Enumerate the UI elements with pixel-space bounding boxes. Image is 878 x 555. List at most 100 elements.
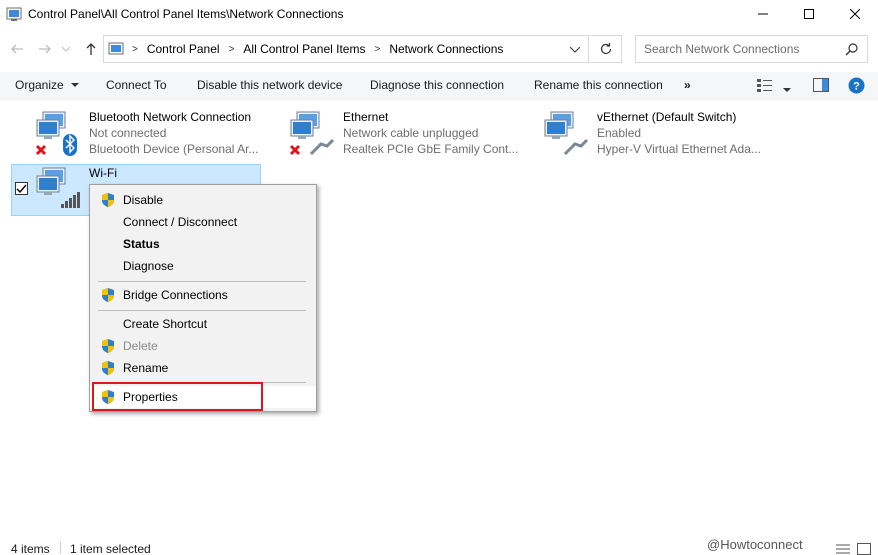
item-device: Bluetooth Device (Personal Ar... [89,142,259,156]
preview-pane-icon [813,78,829,92]
details-view-icon [836,544,850,554]
organize-label: Organize [15,78,64,92]
address-bar[interactable]: > Control Panel > All Control Panel Item… [103,35,589,63]
item-status: Enabled [597,126,642,140]
change-view-button[interactable] [757,78,773,95]
view-options-icon [757,79,772,92]
menu-label: Rename [123,361,169,375]
menu-label: Diagnose [123,259,174,273]
control-panel-icon [6,7,22,21]
breadcrumb-separator[interactable]: > [132,44,138,55]
refresh-button[interactable] [590,35,622,63]
svg-text:?: ? [853,81,860,93]
help-icon: ? [848,77,865,94]
rename-connection-button[interactable]: Rename this connection [534,78,663,92]
search-icon[interactable] [845,42,859,56]
menu-item-diagnose[interactable]: Diagnose [90,255,316,277]
item-device: Hyper-V Virtual Ethernet Ada... [597,142,761,156]
breadcrumb-all-items[interactable]: All Control Panel Items [243,42,365,56]
large-icons-view-button[interactable] [857,543,871,555]
menu-label: Status [123,237,160,251]
help-button[interactable]: ? [848,77,865,97]
title-bar: Control Panel\All Control Panel Items\Ne… [0,0,878,28]
up-button[interactable] [82,40,100,58]
forward-button[interactable] [36,40,54,58]
breadcrumb-control-panel[interactable]: Control Panel [147,42,220,56]
preview-pane-button[interactable] [813,78,829,95]
maximize-button[interactable] [786,0,832,28]
arrow-right-icon [39,44,51,54]
large-icons-view-icon [857,543,871,555]
menu-label: Create Shortcut [123,317,208,331]
chevron-down-icon [62,46,70,52]
item-name: Bluetooth Network Connection [89,110,252,124]
menu-item-status[interactable]: Status [90,233,316,255]
chevron-down-icon [783,88,791,92]
organize-menu[interactable]: Organize [15,78,80,92]
minimize-button[interactable] [740,0,786,28]
view-dropdown-button[interactable] [783,82,791,96]
bluetooth-network-icon [35,111,77,156]
menu-label: Connect / Disconnect [123,215,238,229]
menu-item-rename[interactable]: Rename [90,357,316,379]
connect-to-button[interactable]: Connect To [106,78,167,92]
highlight-box [92,382,263,411]
disable-device-button[interactable]: Disable this network device [197,78,342,92]
menu-label: Delete [123,339,158,353]
context-menu: Disable Connect / Disconnect Status Diag… [89,184,317,412]
network-item-ethernet[interactable]: Ethernet Network cable unplugged Realtek… [289,110,519,162]
menu-separator [98,310,306,311]
network-item-bluetooth[interactable]: Bluetooth Network Connection Not connect… [35,110,275,162]
breadcrumb-separator[interactable]: > [374,44,380,55]
menu-item-create-shortcut[interactable]: Create Shortcut [90,313,316,335]
minimize-icon [758,13,768,15]
selected-count: 1 item selected [70,542,151,555]
menu-separator [98,281,306,282]
status-divider [60,542,61,554]
menu-label: Disable [123,193,164,207]
item-device: Realtek PCIe GbE Family Cont... [343,142,519,156]
item-checkbox[interactable] [15,182,28,195]
window-title: Control Panel\All Control Panel Items\Ne… [28,7,344,21]
recent-locations-button[interactable] [60,40,72,58]
item-name: Ethernet [343,110,389,124]
menu-item-bridge-connections[interactable]: Bridge Connections [90,284,316,306]
uac-shield-icon [102,339,114,353]
watermark: @Howtoconnect [707,537,803,552]
vethernet-network-icon [544,111,589,156]
item-status: Network cable unplugged [343,126,479,140]
item-count: 4 items [11,542,50,555]
menu-item-connect-disconnect[interactable]: Connect / Disconnect [90,211,316,233]
search-input[interactable]: Search Network Connections [635,35,868,63]
navigation-bar: > Control Panel > All Control Panel Item… [0,33,878,65]
chevron-down-icon [71,83,80,88]
arrow-up-icon [86,43,96,55]
item-name: vEthernet (Default Switch) [597,110,737,124]
back-button[interactable] [8,40,26,58]
wifi-network-icon [36,167,80,208]
command-bar: Organize Connect To Disable this network… [0,72,878,100]
refresh-icon [600,43,611,55]
close-icon [850,9,860,19]
uac-shield-icon [102,193,114,207]
network-item-vethernet[interactable]: vEthernet (Default Switch) Enabled Hyper… [543,110,773,162]
item-name: Wi-Fi [89,166,117,180]
diagnose-connection-button[interactable]: Diagnose this connection [370,78,504,92]
ethernet-network-icon [289,111,335,156]
breadcrumb-separator[interactable]: > [229,44,235,55]
uac-shield-icon [102,361,114,375]
checkmark-icon [16,184,27,194]
item-status: Not connected [89,126,167,140]
chevron-down-icon[interactable] [570,47,580,53]
menu-item-disable[interactable]: Disable [90,189,316,211]
arrow-left-icon [11,44,23,54]
menu-item-delete[interactable]: Delete [90,335,316,357]
menu-label: Bridge Connections [123,288,228,302]
close-button[interactable] [832,0,878,28]
maximize-icon [804,9,814,19]
breadcrumb-network-connections[interactable]: Network Connections [389,42,503,56]
control-panel-icon [108,42,124,55]
more-commands-button[interactable]: » [684,78,691,92]
search-placeholder: Search Network Connections [644,42,800,56]
details-view-button[interactable] [836,543,850,555]
